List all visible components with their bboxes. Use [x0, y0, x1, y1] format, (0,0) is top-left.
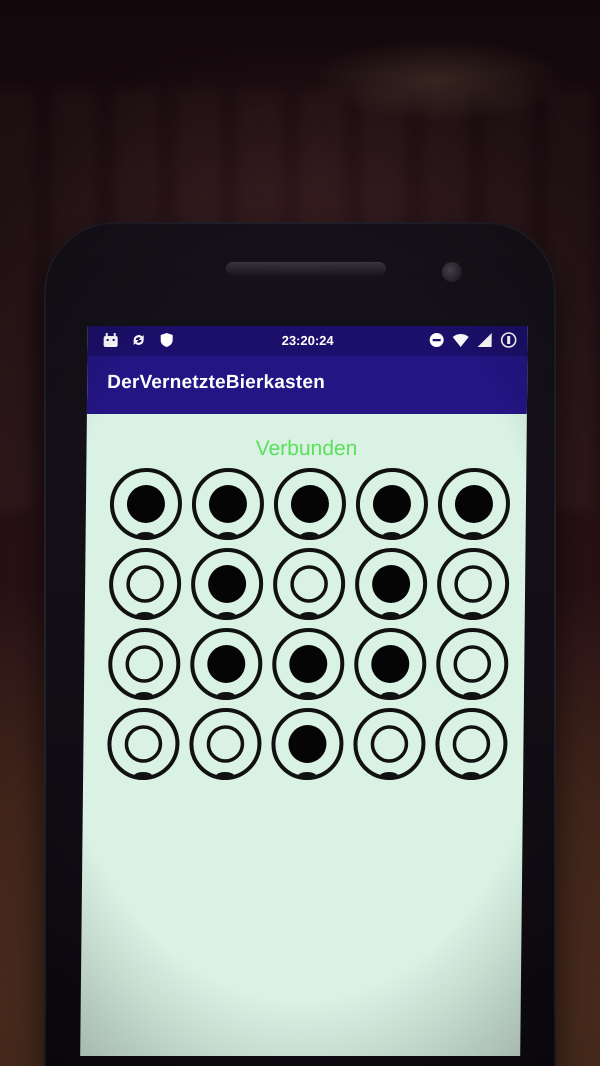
bottle-present-icon [191, 548, 264, 620]
bottle-slot-r3-c4[interactable] [350, 626, 431, 706]
bottle-present-icon [190, 628, 263, 700]
bottle-present-icon [191, 468, 264, 540]
bottle-slot-r2-c2[interactable] [187, 546, 268, 626]
front-camera [442, 262, 462, 282]
bottle-slot-r2-c4[interactable] [351, 546, 432, 626]
bottle-slot-r4-c5[interactable] [431, 706, 512, 786]
bottle-slot-r1-c4[interactable] [352, 466, 433, 546]
bottle-present-icon [355, 548, 428, 620]
app-bar: DerVernetzteBierkasten [86, 356, 528, 414]
bottle-slot-r1-c5[interactable] [434, 466, 515, 546]
bottle-present-icon [272, 628, 345, 700]
bottle-slot-r1-c3[interactable] [270, 466, 351, 546]
bottle-empty-icon [107, 708, 180, 780]
bottle-present-icon [271, 708, 344, 780]
bottle-present-icon [437, 468, 510, 540]
bottle-slot-r3-c3[interactable] [268, 626, 349, 706]
app-title: DerVernetzteBierkasten [107, 372, 326, 393]
bottle-slot-r4-c4[interactable] [349, 706, 430, 786]
bottle-empty-icon [353, 708, 426, 780]
bottle-present-icon [355, 468, 428, 540]
bottle-slot-r1-c2[interactable] [188, 466, 269, 546]
bottle-slot-r1-c1[interactable] [106, 466, 187, 546]
bottle-empty-icon [273, 548, 346, 620]
bottle-slot-r2-c5[interactable] [433, 546, 514, 626]
status-bar: 23:20:24 [87, 326, 528, 356]
bottle-slot-r4-c3[interactable] [267, 706, 348, 786]
bottle-empty-icon [437, 548, 510, 620]
earpiece-speaker [226, 262, 386, 276]
bottle-slot-r2-c3[interactable] [269, 546, 350, 626]
bottle-empty-icon [435, 708, 508, 780]
cell-signal-icon [476, 331, 494, 349]
bottle-empty-icon [436, 628, 509, 700]
bottle-slot-r4-c1[interactable] [103, 706, 184, 786]
connection-status: Verbunden [255, 437, 358, 460]
bottle-slot-r2-c1[interactable] [105, 546, 186, 626]
bottle-present-icon [109, 468, 182, 540]
bottle-slot-r3-c2[interactable] [186, 626, 267, 706]
do-not-disturb-icon [428, 331, 446, 349]
photo-background: 23:20:24 DerVernetzteBierkasten Verbunde… [0, 0, 600, 1066]
bottle-slot-r3-c5[interactable] [432, 626, 513, 706]
bottle-slot-grid [103, 466, 516, 786]
battery-icon [500, 331, 518, 349]
bottle-present-icon [354, 628, 427, 700]
bottle-empty-icon [109, 548, 182, 620]
status-right-icons [428, 331, 518, 349]
bottle-empty-icon [189, 708, 262, 780]
wifi-icon [452, 331, 470, 349]
bottle-slot-r3-c1[interactable] [104, 626, 185, 706]
bottle-present-icon [273, 468, 346, 540]
bottle-empty-icon [108, 628, 181, 700]
phone-screen: 23:20:24 DerVernetzteBierkasten Verbunde… [80, 326, 528, 1056]
bottle-slot-r4-c2[interactable] [185, 706, 266, 786]
